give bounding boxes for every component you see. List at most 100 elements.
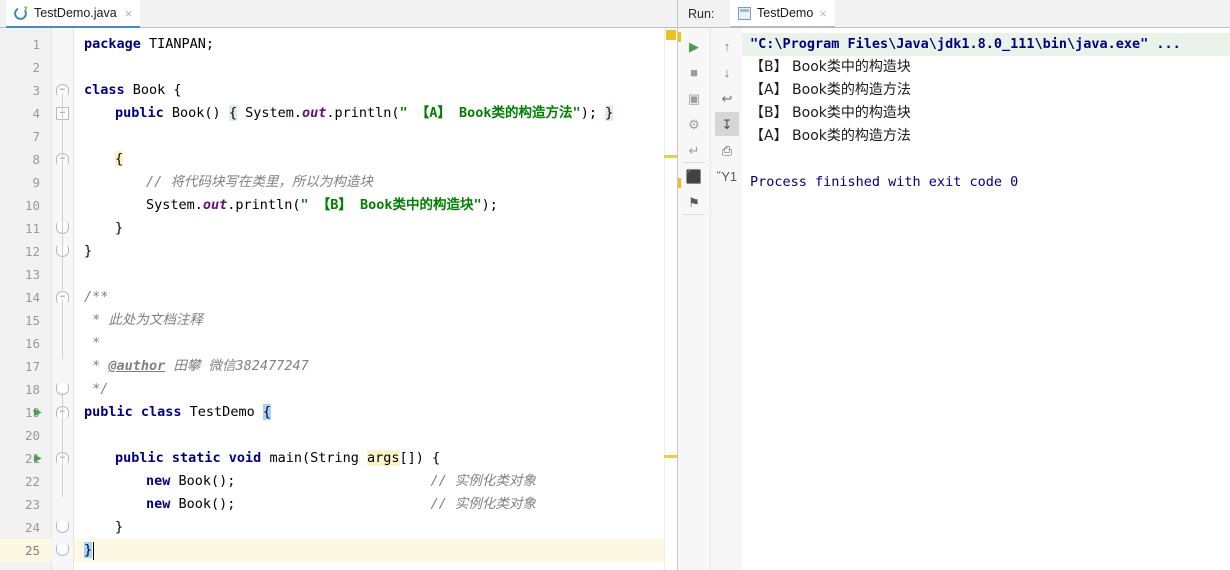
editor-body[interactable]: 1 2 3 4 7 8 9 10 11 12 13 14 15 16 17 18 19 ▶ 20 21 ▶ 22 23 24 2… xyxy=(0,28,678,570)
run-tool-window: Run: TestDemo × ▶ ■ ▣ ⚙ ↵ ⬛ ⚑ ↑ ↓ ↩ ↧ ⎙ Ὕ1 "C:\Prog… xyxy=(678,0,1230,570)
rerun-icon[interactable]: ▶ xyxy=(682,34,706,58)
code-line[interactable]: } xyxy=(74,516,678,539)
line-number[interactable]: 18 xyxy=(0,378,40,401)
run-tab-testdemo[interactable]: TestDemo × xyxy=(730,0,835,28)
soft-wrap-icon[interactable]: ↩ xyxy=(715,86,739,110)
code-line[interactable]: } xyxy=(74,217,678,240)
console-line[interactable]: 【A】 Book类的构造方法 xyxy=(750,79,911,102)
dump-threads-icon[interactable]: ▣ xyxy=(682,86,706,110)
line-number[interactable]: 17 xyxy=(0,355,40,378)
code-line[interactable]: * 此处为文档注释 xyxy=(74,309,678,332)
editor-marker-strip[interactable] xyxy=(664,28,678,570)
line-number[interactable]: 4 xyxy=(0,102,40,125)
run-toolbar-secondary[interactable]: ↑ ↓ ↩ ↧ ⎙ Ὕ1 xyxy=(710,28,742,570)
line-number[interactable]: 24 xyxy=(0,516,40,539)
console-line[interactable]: "C:\Program Files\Java\jdk1.8.0_111\bin\… xyxy=(742,33,1230,56)
code-token: { xyxy=(115,151,124,167)
gutter-run-icon[interactable]: ▶ xyxy=(34,447,46,470)
up-arrow-icon[interactable]: ↑ xyxy=(715,34,739,58)
print-icon[interactable]: ⎙ xyxy=(715,138,739,162)
fold-column[interactable]: −+−−−− xyxy=(52,28,74,570)
line-number[interactable]: 7 xyxy=(0,125,40,148)
line-number[interactable]: 20 xyxy=(0,424,40,447)
export-icon[interactable]: ↵ xyxy=(682,138,706,162)
inspection-status-marker[interactable] xyxy=(666,30,676,40)
attach-debug-icon[interactable]: ⚙ xyxy=(682,112,706,136)
code-token: { xyxy=(228,105,237,121)
code-line[interactable]: * @author 田攀 微信382477247 xyxy=(74,355,678,378)
code-line[interactable] xyxy=(74,263,678,286)
code-line[interactable]: class Book { xyxy=(74,79,678,102)
down-arrow-icon[interactable]: ↓ xyxy=(715,60,739,84)
run-toolbar-primary[interactable]: ▶ ■ ▣ ⚙ ↵ ⬛ ⚑ xyxy=(678,28,710,570)
console-line[interactable]: Process finished with exit code 0 xyxy=(750,171,1018,194)
code-area[interactable]: package TIANPAN; class Book {public Book(… xyxy=(74,28,678,570)
run-body: ▶ ■ ▣ ⚙ ↵ ⬛ ⚑ ↑ ↓ ↩ ↧ ⎙ Ὕ1 "C:\Program Files\Java\j… xyxy=(678,28,1230,570)
code-marker[interactable] xyxy=(664,155,678,158)
code-token: new xyxy=(146,473,171,489)
code-line[interactable]: public class TestDemo { xyxy=(74,401,678,424)
code-line[interactable]: /** xyxy=(74,286,678,309)
code-line[interactable] xyxy=(74,125,678,148)
editor-tab-testdemo[interactable]: TestDemo.java × xyxy=(6,0,141,28)
scroll-to-end-icon[interactable]: ↧ xyxy=(715,112,739,136)
code-line[interactable]: { xyxy=(74,148,678,171)
code-token: Book xyxy=(124,82,174,98)
fold-toggle[interactable] xyxy=(56,544,69,556)
run-marker xyxy=(678,178,681,188)
fold-region-line xyxy=(62,162,63,221)
fold-toggle[interactable] xyxy=(56,521,69,533)
code-line[interactable]: public static void main(String args[]) { xyxy=(74,447,678,470)
console-line[interactable]: 【B】 Book类中的构造块 xyxy=(750,56,911,79)
line-number[interactable]: 22 xyxy=(0,470,40,493)
code-token: public static void xyxy=(115,450,262,466)
line-number[interactable]: 10 xyxy=(0,194,40,217)
line-number[interactable]: 9 xyxy=(0,171,40,194)
code-token: } xyxy=(605,105,614,121)
code-line[interactable] xyxy=(74,56,678,79)
layout-icon[interactable]: ⬛ xyxy=(682,164,706,188)
line-number[interactable]: 16 xyxy=(0,332,40,355)
code-token: @author xyxy=(108,358,166,374)
line-number[interactable]: 14 xyxy=(0,286,40,309)
java-class-icon xyxy=(14,6,28,20)
code-token: // 实例化类对象 xyxy=(430,496,536,512)
code-line[interactable]: System.out.println(" 【B】 Book类中的构造块"); xyxy=(74,194,678,217)
gutter-run-icon[interactable]: ▶ xyxy=(34,401,46,424)
console-output[interactable]: "C:\Program Files\Java\jdk1.8.0_111\bin\… xyxy=(742,28,1230,570)
line-number[interactable]: 12 xyxy=(0,240,40,263)
console-line[interactable]: 【B】 Book类中的构造块 xyxy=(750,102,911,125)
code-line[interactable] xyxy=(74,424,678,447)
console-line[interactable]: 【A】 Book类的构造方法 xyxy=(750,125,911,148)
line-number[interactable]: 1 xyxy=(0,33,40,56)
close-icon[interactable]: × xyxy=(819,7,827,20)
editor-gutter[interactable]: 1 2 3 4 7 8 9 10 11 12 13 14 15 16 17 18 19 ▶ 20 21 ▶ 22 23 24 2… xyxy=(0,28,52,570)
line-number[interactable]: 25 xyxy=(0,539,40,562)
code-token: /** xyxy=(84,289,109,305)
pin-icon[interactable]: ⚑ xyxy=(682,190,706,214)
line-number[interactable]: 3 xyxy=(0,79,40,102)
code-line[interactable]: new Book(); // 实例化类对象 xyxy=(74,470,678,493)
code-line[interactable]: */ xyxy=(74,378,678,401)
line-number[interactable]: 2 xyxy=(0,56,40,79)
code-token: public class xyxy=(84,404,182,420)
code-line[interactable]: } xyxy=(74,539,678,562)
code-line[interactable]: package TIANPAN; xyxy=(74,33,678,56)
line-number[interactable]: 13 xyxy=(0,263,40,286)
code-marker[interactable] xyxy=(664,455,678,458)
stop-icon[interactable]: ■ xyxy=(682,60,706,84)
code-line[interactable]: public Book() { System.out.println(" 【A】… xyxy=(74,102,678,125)
code-line[interactable]: // 将代码块写在类里，所以为构造块 xyxy=(74,171,678,194)
code-token: args xyxy=(366,450,400,466)
code-line[interactable]: new Book(); // 实例化类对象 xyxy=(74,493,678,516)
code-line[interactable]: * xyxy=(74,332,678,355)
fold-region-line xyxy=(62,438,63,474)
line-number[interactable]: 15 xyxy=(0,309,40,332)
code-line[interactable]: } xyxy=(74,240,678,263)
line-number[interactable]: 11 xyxy=(0,217,40,240)
close-icon[interactable]: × xyxy=(123,7,133,20)
clear-all-icon[interactable]: Ὕ1 xyxy=(715,164,739,188)
line-number[interactable]: 8 xyxy=(0,148,40,171)
line-number[interactable]: 23 xyxy=(0,493,40,516)
